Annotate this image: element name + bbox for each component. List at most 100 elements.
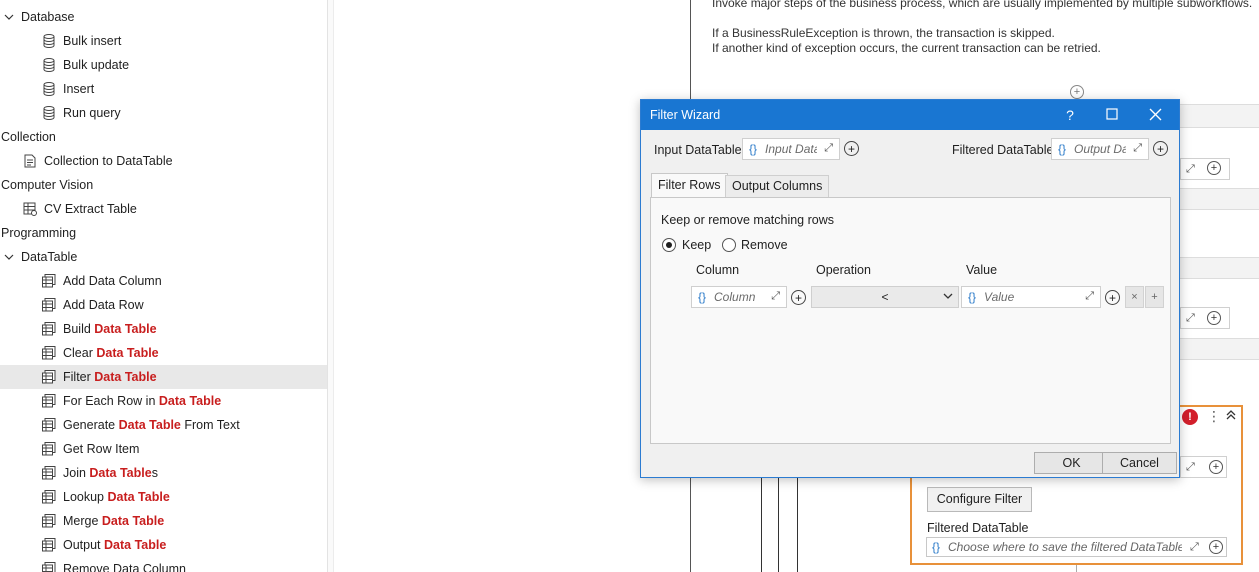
add-variable-icon[interactable]: +	[1209, 460, 1223, 474]
activity-field[interactable]: ⤢	[1180, 307, 1230, 329]
sidebar-item-lookup-data-table[interactable]: Lookup Data Table	[0, 485, 327, 509]
output-datatable-placeholder: Output DataTable	[1074, 142, 1126, 156]
add-variable-icon[interactable]: +	[1153, 141, 1168, 156]
chevron-down-icon	[943, 293, 953, 299]
remove-label[interactable]: Remove	[741, 238, 788, 252]
remove-radio[interactable]	[722, 238, 736, 252]
chevron-down-icon[interactable]	[4, 12, 14, 22]
label-text: Add Data Row	[63, 298, 144, 312]
sidebar-category-label: Collection	[1, 130, 56, 144]
label-text: Build	[63, 322, 95, 336]
ok-button[interactable]: OK	[1034, 452, 1109, 474]
sidebar-item-bulk-insert[interactable]: Bulk insert	[0, 29, 327, 53]
sidebar-item-label: Generate Data Table From Text	[63, 418, 240, 432]
sidebar-item-add-data-row[interactable]: Add Data Row	[0, 293, 327, 317]
operation-header: Operation	[816, 263, 871, 277]
input-datatable-placeholder: Input DataTable	[765, 142, 817, 156]
sidebar-item-run-query[interactable]: Run query	[0, 101, 327, 125]
expand-icon[interactable]: ⤢	[1085, 290, 1094, 303]
filtered-datatable-placeholder: Choose where to save the filtered DataTa…	[948, 540, 1183, 554]
sidebar-item-bulk-update[interactable]: Bulk update	[0, 53, 327, 77]
input-datatable-field[interactable]: {} Input DataTable ⤢	[742, 138, 840, 160]
expand-icon[interactable]: ⤢	[1186, 163, 1195, 176]
expand-icon[interactable]: ⤢	[824, 142, 833, 155]
sidebar-item-generate-data-table-from-text[interactable]: Generate Data Table From Text	[0, 413, 327, 437]
panel-splitter[interactable]	[328, 0, 334, 572]
sidebar-item-label: Bulk update	[63, 58, 130, 72]
expand-icon[interactable]: ⤢	[1133, 142, 1142, 155]
tab-output-columns[interactable]: Output Columns	[725, 175, 830, 197]
expand-icon[interactable]: ⤢	[1186, 461, 1195, 474]
keep-radio[interactable]	[662, 238, 676, 252]
sidebar-item-merge-data-table[interactable]: Merge Data Table	[0, 509, 327, 533]
output-datatable-field[interactable]: {} Output DataTable ⤢	[1051, 138, 1149, 160]
sidebar-category-label: Computer Vision	[1, 178, 94, 192]
sidebar-item-label: Bulk insert	[63, 34, 122, 48]
activities-panel: Database Bulk insert Bulk update Insert Run …	[0, 0, 328, 572]
sidebar-item-label: Run query	[63, 106, 121, 120]
close-icon[interactable]	[1149, 108, 1165, 121]
maximize-icon[interactable]	[1106, 108, 1122, 120]
add-variable-icon[interactable]: +	[1207, 311, 1221, 325]
sidebar-item-build-data-table[interactable]: Build Data Table	[0, 317, 327, 341]
sidebar-group-database[interactable]: Database	[0, 5, 327, 29]
add-variable-icon[interactable]: +	[844, 141, 859, 156]
sidebar-item-clear-data-table[interactable]: Clear Data Table	[0, 341, 327, 365]
label-text: Lookup	[63, 490, 108, 504]
expand-icon[interactable]: ⤢	[771, 290, 780, 303]
datatable-icon	[41, 369, 57, 385]
tab-filter-rows[interactable]: Filter Rows	[651, 173, 728, 198]
cancel-button[interactable]: Cancel	[1102, 452, 1177, 474]
operation-select[interactable]: <	[811, 286, 959, 308]
collapse-icon[interactable]	[1225, 409, 1239, 423]
label-text: Join	[63, 466, 90, 480]
sidebar-item-filter-data-table[interactable]: Filter Data Table	[0, 365, 327, 389]
expand-icon[interactable]: ⤢	[1186, 312, 1195, 325]
connector-line	[1076, 564, 1077, 572]
expand-icon[interactable]: ⤢	[1190, 541, 1199, 554]
chevron-down-icon[interactable]	[4, 252, 14, 262]
add-variable-icon[interactable]: +	[1105, 290, 1120, 305]
description-line-3: If another kind of exception occurs, the…	[712, 41, 1101, 55]
sidebar-item-cv-extract-table[interactable]: CV Extract Table	[0, 197, 327, 221]
filtered-datatable-field[interactable]: {} Choose where to save the filtered Dat…	[926, 537, 1227, 557]
sidebar-group-datatable[interactable]: DataTable	[0, 245, 327, 269]
sidebar-category-computer-vision[interactable]: Computer Vision	[0, 173, 327, 197]
sidebar-item-collection-to-datatable[interactable]: Collection to DataTable	[0, 149, 327, 173]
sidebar-item-for-each-row-in-data-table[interactable]: For Each Row in Data Table	[0, 389, 327, 413]
add-variable-icon[interactable]: +	[1209, 540, 1223, 554]
label-text: Generate	[63, 418, 119, 432]
sidebar-item-label: Add Data Row	[63, 298, 144, 312]
value-field[interactable]: {} Value ⤢	[961, 286, 1101, 308]
search-match-highlight: Data Table	[107, 490, 170, 504]
sidebar-item-remove-data-column[interactable]: Remove Data Column	[0, 557, 327, 572]
keep-label[interactable]: Keep	[682, 238, 711, 252]
sidebar-item-add-data-column[interactable]: Add Data Column	[0, 269, 327, 293]
add-variable-icon[interactable]: +	[1207, 161, 1221, 175]
error-icon[interactable]: !	[1182, 409, 1198, 425]
sidebar-category-programming[interactable]: Programming	[0, 221, 327, 245]
expression-icon: {}	[968, 290, 977, 304]
sidebar-item-join-data-tables[interactable]: Join Data Tables	[0, 461, 327, 485]
sidebar-item-insert[interactable]: Insert	[0, 77, 327, 101]
more-options-icon[interactable]: ⋮	[1207, 408, 1221, 425]
sidebar-category-collection[interactable]: Collection	[0, 125, 327, 149]
add-row-button[interactable]: +	[1145, 286, 1164, 308]
dialog-title-bar[interactable]: Filter Wizard ?	[641, 100, 1179, 130]
expression-icon: {}	[1058, 142, 1067, 156]
column-field[interactable]: {} Column ⤢	[691, 286, 787, 308]
activity-field[interactable]: ⤢	[1180, 158, 1230, 180]
remove-row-button[interactable]: ×	[1125, 286, 1144, 308]
instruction-text: Keep or remove matching rows	[661, 213, 834, 227]
sidebar-item-get-row-item[interactable]: Get Row Item	[0, 437, 327, 461]
help-icon[interactable]: ?	[1062, 107, 1078, 123]
label-text: Remove Data Column	[63, 562, 186, 572]
operation-value: <	[881, 290, 889, 304]
configure-filter-button[interactable]: Configure Filter	[927, 487, 1032, 512]
sidebar-item-output-data-table[interactable]: Output Data Table	[0, 533, 327, 557]
activity-header-strip	[1180, 338, 1259, 360]
add-variable-icon[interactable]: +	[791, 290, 806, 305]
add-activity-icon[interactable]: +	[1070, 85, 1084, 99]
datatable-icon	[41, 489, 57, 505]
sidebar-group-label: Database	[21, 10, 75, 24]
